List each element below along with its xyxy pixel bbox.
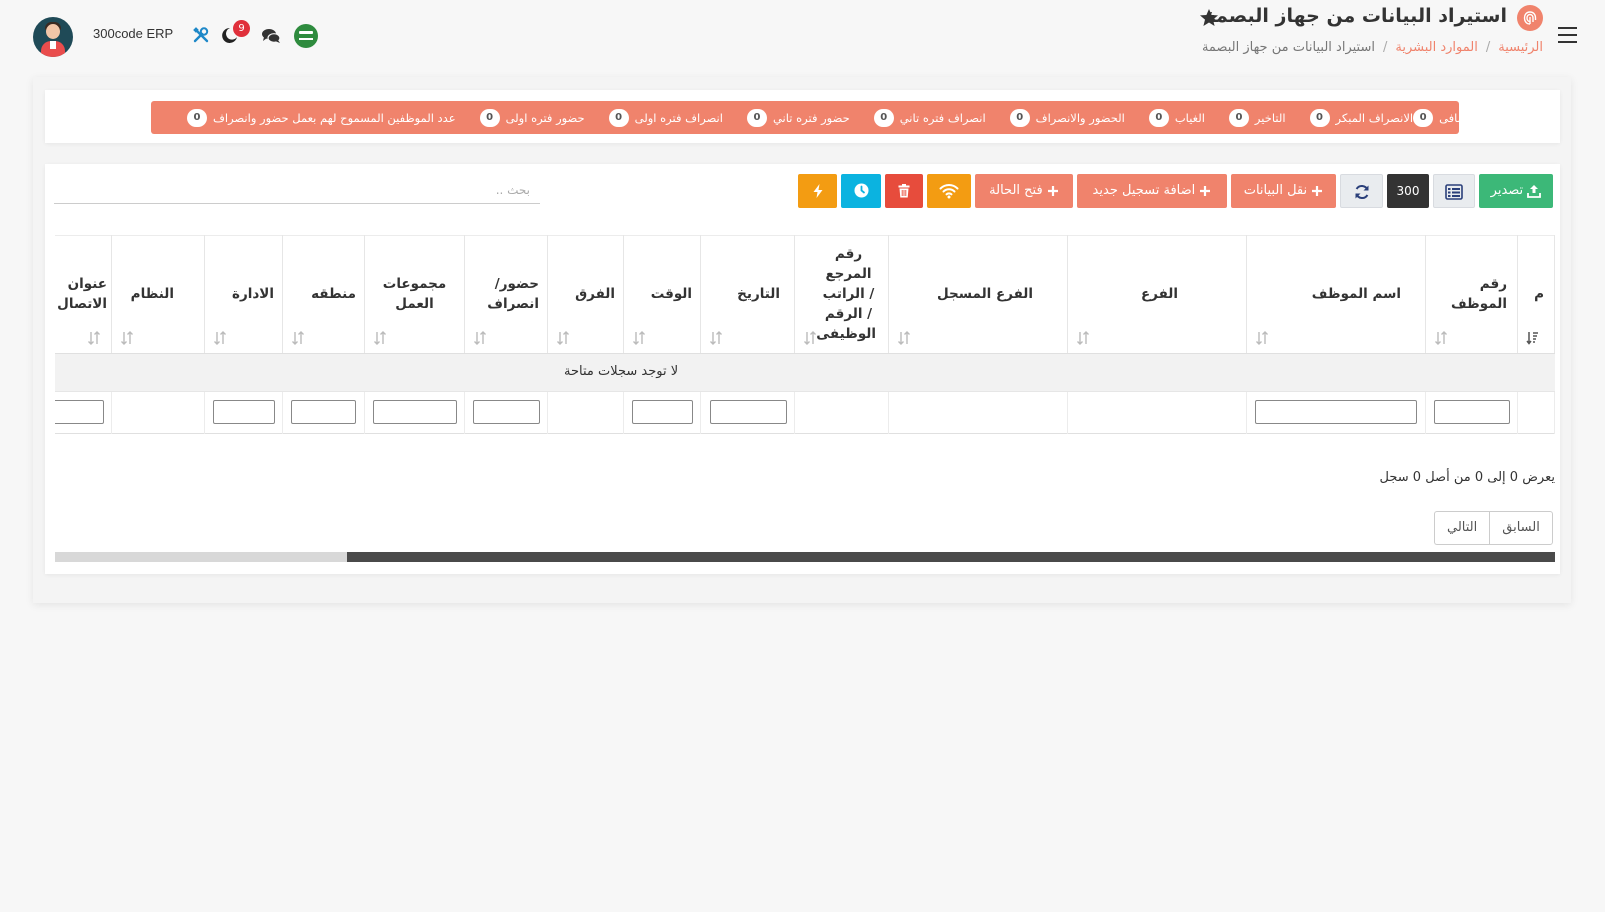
sort-asc-icon bbox=[1526, 332, 1538, 345]
sort-icon bbox=[1256, 331, 1268, 345]
sort-icon bbox=[121, 331, 133, 345]
scrollbar-thumb[interactable] bbox=[347, 552, 1555, 562]
stat-absence: الغياب 0 bbox=[1125, 108, 1205, 127]
col-header-date[interactable]: التاريخ bbox=[701, 235, 795, 353]
stat-second-shift-out: انصراف فتره تاني 0 bbox=[850, 108, 986, 127]
quick-action-button[interactable] bbox=[798, 174, 837, 208]
sort-icon bbox=[898, 331, 910, 345]
open-status-button[interactable]: فتح الحالة bbox=[975, 174, 1073, 208]
plus-icon bbox=[1047, 185, 1058, 196]
refresh-button[interactable] bbox=[1340, 174, 1383, 208]
filter-employee-number[interactable] bbox=[1434, 400, 1510, 424]
language-flag-icon[interactable] bbox=[294, 24, 318, 48]
star-icon[interactable] bbox=[1199, 8, 1219, 28]
col-header-index[interactable]: م bbox=[1518, 235, 1555, 353]
breadcrumb-hr[interactable]: الموارد البشرية bbox=[1395, 40, 1477, 55]
next-page-button[interactable]: التالي bbox=[1434, 511, 1490, 545]
attendance-stats-bar: عدد الموظفين المسموح لهم بعمل حضور وانصر… bbox=[151, 101, 1477, 134]
filter-row bbox=[55, 392, 1555, 434]
col-header-time[interactable]: الوقت bbox=[624, 235, 701, 353]
filter-contact-address[interactable] bbox=[55, 400, 104, 424]
previous-page-button[interactable]: السابق bbox=[1489, 511, 1553, 545]
wifi-icon bbox=[939, 183, 959, 198]
columns-toggle-button[interactable] bbox=[1433, 174, 1475, 208]
sort-icon bbox=[1435, 331, 1447, 345]
transfer-data-button[interactable]: نقل البيانات bbox=[1231, 174, 1336, 208]
sort-icon bbox=[804, 331, 816, 345]
col-header-shifts[interactable]: الفرق bbox=[548, 235, 624, 353]
delete-button[interactable] bbox=[885, 174, 923, 208]
page-module-icon bbox=[1517, 5, 1543, 31]
sort-icon bbox=[474, 331, 486, 345]
col-header-work-groups[interactable]: مجموعات العمل bbox=[365, 235, 465, 353]
device-connect-button[interactable] bbox=[927, 174, 971, 208]
empty-row: لا توجد سجلات متاحة bbox=[55, 354, 1555, 392]
sort-icon bbox=[557, 331, 569, 345]
breadcrumb-home[interactable]: الرئيسية bbox=[1498, 40, 1543, 55]
filter-employee-name[interactable] bbox=[1255, 400, 1417, 424]
col-header-department[interactable]: الادارة bbox=[205, 235, 283, 353]
refresh-icon bbox=[1355, 184, 1368, 199]
top-header: 300code ERP 9 استيراد البيانات من جهاز ا… bbox=[0, 0, 1605, 75]
tools-icon[interactable] bbox=[192, 26, 210, 44]
sort-icon bbox=[88, 331, 100, 345]
schedule-button[interactable] bbox=[841, 174, 881, 208]
col-header-employee-number[interactable]: رقم الموظف bbox=[1426, 235, 1518, 353]
filter-in-out[interactable] bbox=[473, 400, 540, 424]
bolt-icon bbox=[813, 183, 822, 198]
stat-second-shift-in: حضور فتره تاني 0 bbox=[723, 108, 850, 127]
breadcrumb: الرئيسية/الموارد البشرية/استيراد البيانا… bbox=[1201, 40, 1543, 55]
plus-icon bbox=[1200, 185, 1211, 196]
stat-early-leave: الانصراف المبكر 0 bbox=[1286, 108, 1413, 127]
filter-department[interactable] bbox=[213, 400, 275, 424]
trash-icon bbox=[898, 183, 910, 197]
stat-first-shift-out: انصراف فتره اولى 0 bbox=[585, 108, 723, 127]
col-header-registered-branch[interactable]: الفرع المسجل bbox=[889, 235, 1068, 353]
stat-allowed-employees: عدد الموظفين المسموح لهم بعمل حضور وانصر… bbox=[163, 108, 456, 127]
page-title: استيراد البيانات من جهاز البصمة bbox=[1204, 5, 1507, 27]
menu-icon[interactable] bbox=[1558, 27, 1577, 43]
add-record-button[interactable]: اضافة تسجيل جديد bbox=[1077, 174, 1227, 208]
col-header-contact-address[interactable]: عنوان الاتصال bbox=[55, 235, 112, 353]
page-size-button[interactable]: 300 bbox=[1387, 174, 1429, 208]
col-header-branch[interactable]: الفرع bbox=[1068, 235, 1247, 353]
plus-icon bbox=[1312, 185, 1323, 196]
app-name[interactable]: 300code ERP bbox=[93, 26, 173, 41]
stat-overtime: الاضافى 0 bbox=[1413, 108, 1477, 127]
chat-icon[interactable] bbox=[261, 28, 281, 44]
col-header-reference-number[interactable]: رقم المرجع / الراتب / الرقم الوظيفى bbox=[795, 235, 889, 353]
col-header-employee-name[interactable]: اسم الموظف bbox=[1247, 235, 1426, 353]
col-header-in-out[interactable]: حضور/ انصراف bbox=[465, 235, 548, 353]
search-input[interactable] bbox=[54, 176, 540, 204]
stat-first-shift-in: حضور فتره اولى 0 bbox=[456, 108, 585, 127]
stat-attendance: الحضور والانصراف 0 bbox=[986, 108, 1125, 127]
table-list-icon bbox=[1445, 183, 1463, 200]
sort-icon bbox=[710, 331, 722, 345]
sort-icon bbox=[214, 331, 226, 345]
empty-message: لا توجد سجلات متاحة bbox=[564, 364, 679, 379]
data-table: م رقم الموظف اسم الموظف الفرع الفرع المس… bbox=[55, 235, 1555, 435]
horizontal-scrollbar[interactable] bbox=[55, 552, 1555, 562]
pagination: السابق التالي bbox=[1434, 511, 1553, 545]
sort-icon bbox=[374, 331, 386, 345]
filter-time[interactable] bbox=[632, 400, 693, 424]
breadcrumb-current: استيراد البيانات من جهاز البصمة bbox=[1201, 40, 1375, 55]
stat-late: التاخير 0 bbox=[1205, 108, 1286, 127]
sort-icon bbox=[292, 331, 304, 345]
records-info: يعرض 0 إلى 0 من أصل 0 سجل bbox=[1379, 470, 1555, 485]
col-header-system[interactable]: النظام bbox=[112, 235, 205, 353]
col-header-region[interactable]: منطقه bbox=[283, 235, 365, 353]
notification-badge: 9 bbox=[233, 20, 250, 37]
upload-icon bbox=[1527, 184, 1542, 198]
export-button[interactable]: تصدير bbox=[1479, 174, 1553, 208]
sort-icon bbox=[1077, 331, 1089, 345]
sort-icon bbox=[633, 331, 645, 345]
user-avatar[interactable] bbox=[33, 17, 73, 57]
clock-icon bbox=[854, 183, 868, 198]
filter-region[interactable] bbox=[291, 400, 356, 424]
filter-date[interactable] bbox=[710, 400, 787, 424]
filter-work-groups[interactable] bbox=[373, 400, 457, 424]
